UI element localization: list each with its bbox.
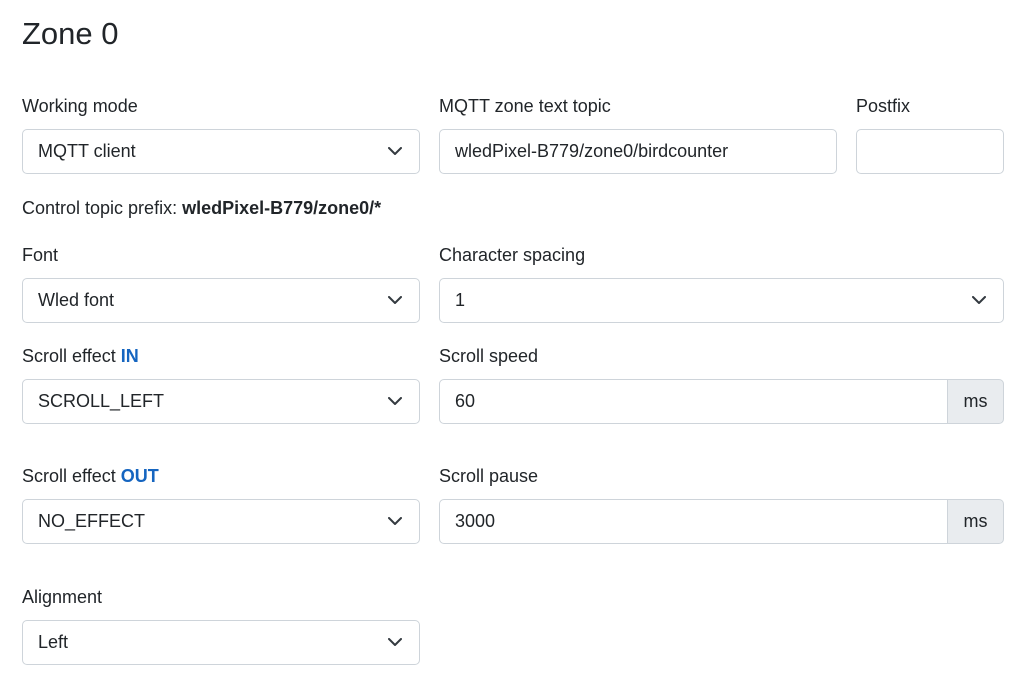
- char-spacing-label: Character spacing: [439, 245, 586, 265]
- scroll-speed-value: 60: [455, 391, 476, 411]
- chevron-down-icon: [387, 293, 403, 309]
- control-topic-prefix: Control topic prefix: wledPixel-B779/zon…: [22, 196, 381, 220]
- scroll-out-label-text: Scroll effect: [22, 466, 116, 486]
- working-mode-select[interactable]: MQTT client: [22, 129, 420, 174]
- alignment-value: Left: [38, 632, 69, 652]
- scroll-pause-input[interactable]: 3000: [439, 499, 948, 544]
- scroll-in-accent: IN: [120, 346, 139, 366]
- font-label: Font: [22, 245, 59, 265]
- mqtt-topic-value: wledPixel-B779/zone0/birdcounter: [455, 141, 729, 161]
- scroll-pause-label: Scroll pause: [439, 466, 539, 486]
- working-mode-value: MQTT client: [38, 141, 136, 161]
- font-value: Wled font: [38, 290, 115, 310]
- chevron-down-icon: [387, 144, 403, 160]
- scroll-speed-group: 60 ms: [439, 379, 1004, 424]
- scroll-out-accent: OUT: [120, 466, 159, 486]
- font-select[interactable]: Wled font: [22, 278, 420, 323]
- chevron-down-icon: [387, 514, 403, 530]
- scroll-in-label: Scroll effect IN: [22, 344, 139, 368]
- alignment-select[interactable]: Left: [22, 620, 420, 665]
- char-spacing-select[interactable]: 1: [439, 278, 1004, 323]
- chevron-down-icon: [387, 635, 403, 651]
- postfix-label: Postfix: [856, 96, 911, 116]
- scroll-in-label-text: Scroll effect: [22, 346, 116, 366]
- control-prefix-value: wledPixel-B779/zone0/*: [182, 198, 382, 218]
- scroll-out-value: NO_EFFECT: [38, 511, 146, 531]
- scroll-pause-value: 3000: [455, 511, 496, 531]
- mqtt-topic-label: MQTT zone text topic: [439, 96, 611, 116]
- scroll-in-select[interactable]: SCROLL_LEFT: [22, 379, 420, 424]
- scroll-out-label: Scroll effect OUT: [22, 464, 159, 488]
- scroll-pause-unit: ms: [948, 499, 1004, 544]
- alignment-label: Alignment: [22, 587, 103, 607]
- scroll-pause-group: 3000 ms: [439, 499, 1004, 544]
- scroll-out-select[interactable]: NO_EFFECT: [22, 499, 420, 544]
- scroll-speed-input[interactable]: 60: [439, 379, 948, 424]
- scroll-speed-unit: ms: [948, 379, 1004, 424]
- scroll-speed-label: Scroll speed: [439, 346, 539, 366]
- page-title: Zone 0: [22, 16, 119, 51]
- mqtt-topic-input[interactable]: wledPixel-B779/zone0/birdcounter: [439, 129, 837, 174]
- scroll-in-value: SCROLL_LEFT: [38, 391, 165, 411]
- working-mode-label: Working mode: [22, 96, 138, 116]
- char-spacing-value: 1: [455, 290, 466, 310]
- control-prefix-label: Control topic prefix:: [22, 198, 178, 218]
- chevron-down-icon: [971, 293, 987, 309]
- postfix-input[interactable]: [856, 129, 1004, 174]
- chevron-down-icon: [387, 394, 403, 410]
